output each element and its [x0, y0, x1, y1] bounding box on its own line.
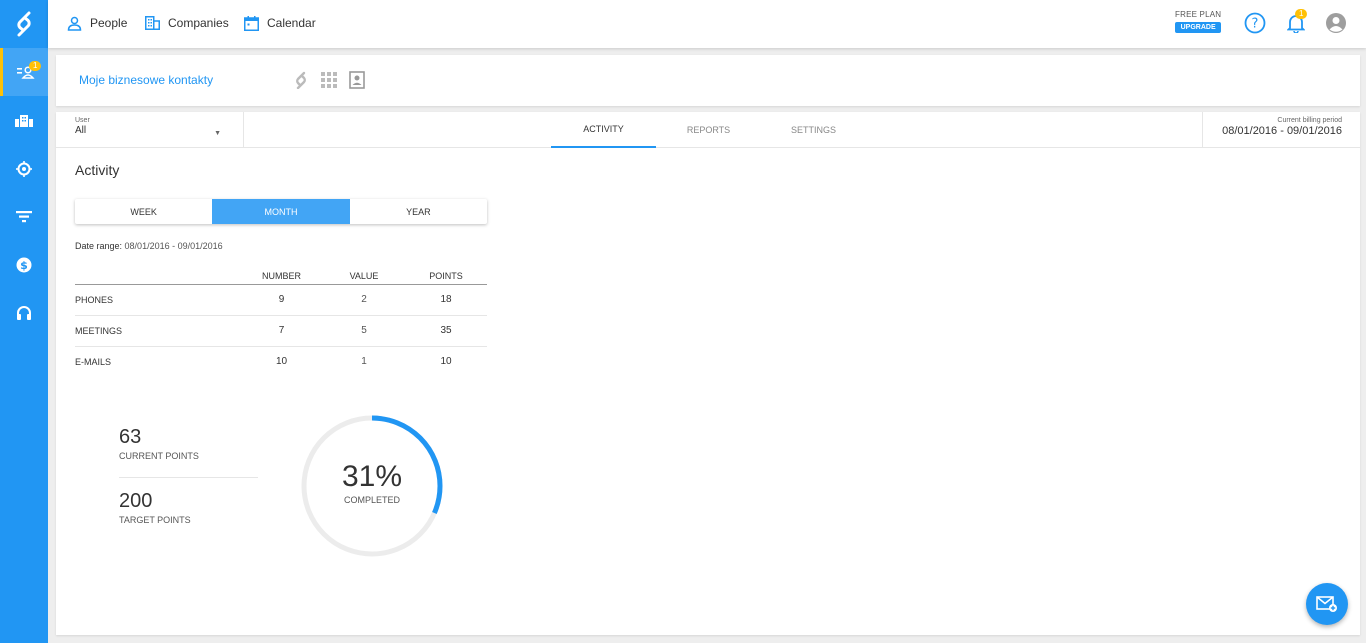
- nav-companies[interactable]: Companies: [145, 14, 229, 32]
- sidebar-item-contacts[interactable]: 1: [0, 48, 48, 96]
- table-header-row: NUMBER VALUE POINTS: [75, 268, 487, 285]
- sidebar-item-pipeline[interactable]: [0, 193, 48, 241]
- row-number: 7: [240, 315, 323, 347]
- row-value[interactable]: 1: [323, 346, 405, 377]
- grid-icon[interactable]: [320, 71, 338, 89]
- activity-title: Activity: [75, 162, 120, 178]
- nav-people-label: People: [90, 16, 128, 30]
- person-icon: [67, 16, 82, 31]
- avatar-icon: [1326, 13, 1346, 33]
- period-week-button[interactable]: WEEK: [75, 199, 212, 224]
- nav-people[interactable]: People: [67, 14, 127, 32]
- date-range: Date range: 08/01/2016 - 09/01/2016: [75, 241, 223, 251]
- billing-period: Current billing period 08/01/2016 - 09/0…: [1202, 112, 1360, 148]
- svg-text:?: ?: [1252, 17, 1259, 32]
- building-icon: [145, 16, 160, 30]
- row-label: PHONES: [75, 284, 240, 316]
- row-label: E-MAILS: [75, 356, 112, 367]
- tab-settings[interactable]: SETTINGS: [761, 112, 866, 148]
- row-value[interactable]: 5: [323, 315, 405, 347]
- contact-card-icon[interactable]: [348, 71, 366, 89]
- sidebar-item-support[interactable]: [0, 289, 48, 337]
- tab-activity[interactable]: ACTIVITY: [551, 112, 656, 148]
- sidebar-item-goals[interactable]: [0, 145, 48, 193]
- sidebar-item-companies[interactable]: [0, 97, 48, 145]
- table-row: PHONES 9 2 18: [75, 284, 487, 316]
- target-points-value: 200: [119, 490, 153, 512]
- row-number: 9: [240, 284, 323, 316]
- app-logo[interactable]: [0, 0, 48, 48]
- billing-label: Current billing period: [1277, 117, 1342, 124]
- table-header-empty: [75, 268, 240, 285]
- top-bar: People Companies Calendar FREE PLAN UPGR…: [48, 0, 1366, 48]
- tab-reports[interactable]: REPORTS: [656, 112, 761, 148]
- help-icon: ?: [1244, 12, 1266, 34]
- row-value[interactable]: 2: [323, 284, 405, 316]
- table-row: MEETINGS 7 5 35: [75, 315, 487, 347]
- completion-donut: 31% COMPLETED: [300, 414, 444, 558]
- nav-calendar[interactable]: Calendar: [244, 14, 316, 32]
- activity-card: User All ▼ ACTIVITY REPORTS SETTINGS Cur…: [56, 112, 1360, 635]
- user-select-label: User: [75, 117, 90, 124]
- calendar-icon: [244, 15, 259, 31]
- nav-calendar-label: Calendar: [267, 16, 316, 30]
- compose-mail-button[interactable]: [1306, 583, 1348, 625]
- contact-title[interactable]: Moje biznesowe kontakty: [79, 73, 213, 87]
- table-header-points: POINTS: [405, 268, 487, 285]
- logo-icon: [17, 11, 31, 37]
- current-points: 63 CURRENT POINTS: [119, 426, 199, 461]
- activity-table: NUMBER VALUE POINTS PHONES 9 2 18 MEETIN…: [75, 268, 487, 377]
- completed-label: COMPLETED: [343, 495, 400, 505]
- table-header-number: NUMBER: [240, 268, 323, 285]
- row-points: 18: [405, 284, 487, 316]
- target-points: 200 TARGET POINTS: [119, 490, 191, 525]
- money-icon: $: [16, 257, 32, 273]
- plan-label: FREE PLAN: [1175, 10, 1222, 19]
- row-points: 10: [440, 356, 452, 368]
- row-number: 10: [275, 356, 288, 368]
- points-divider: [119, 477, 258, 478]
- period-toggle: WEEK MONTH YEAR: [75, 199, 487, 224]
- filter-bar: User All ▼ ACTIVITY REPORTS SETTINGS Cur…: [56, 112, 1360, 148]
- current-points-label: CURRENT POINTS: [119, 451, 199, 461]
- table-row: E-MAILS 10 1 10: [75, 346, 487, 377]
- logo-gray-icon[interactable]: [292, 71, 310, 89]
- period-year-button[interactable]: YEAR: [350, 199, 487, 224]
- funnel-icon: [16, 211, 32, 223]
- notifications-button[interactable]: 1: [1285, 9, 1308, 34]
- svg-text:$: $: [20, 259, 28, 272]
- contact-header-card: Moje biznesowe kontakty: [56, 55, 1360, 106]
- target-icon: [16, 161, 32, 177]
- table-header-value: VALUE: [323, 268, 405, 285]
- target-points-label: TARGET POINTS: [119, 515, 191, 525]
- user-select[interactable]: User All ▼: [56, 112, 244, 148]
- date-range-value: 08/01/2016 - 09/01/2016: [124, 241, 223, 251]
- mail-add-icon: [1316, 596, 1337, 612]
- support-icon: [17, 306, 31, 320]
- billing-value: 08/01/2016 - 09/01/2016: [1222, 125, 1342, 137]
- profile-button[interactable]: [1325, 12, 1347, 34]
- notification-badge: 1: [1295, 9, 1308, 19]
- companies-icon: [15, 115, 33, 127]
- row-label: MEETINGS: [75, 315, 240, 347]
- completed-percent: 31%: [341, 460, 403, 493]
- help-button[interactable]: ?: [1244, 12, 1266, 34]
- period-month-button[interactable]: MONTH: [212, 199, 350, 224]
- sidebar-badge: 1: [29, 61, 42, 71]
- plan-indicator: FREE PLAN UPGRADE: [1175, 10, 1222, 33]
- upgrade-button[interactable]: UPGRADE: [1175, 22, 1222, 33]
- date-range-label: Date range:: [75, 241, 123, 251]
- nav-companies-label: Companies: [168, 16, 229, 30]
- dropdown-caret-icon: ▼: [214, 130, 221, 137]
- sidebar: 1 $: [0, 0, 48, 643]
- sidebar-item-deals[interactable]: $: [0, 241, 48, 289]
- current-points-value: 63: [119, 426, 142, 448]
- row-points: 35: [405, 315, 487, 347]
